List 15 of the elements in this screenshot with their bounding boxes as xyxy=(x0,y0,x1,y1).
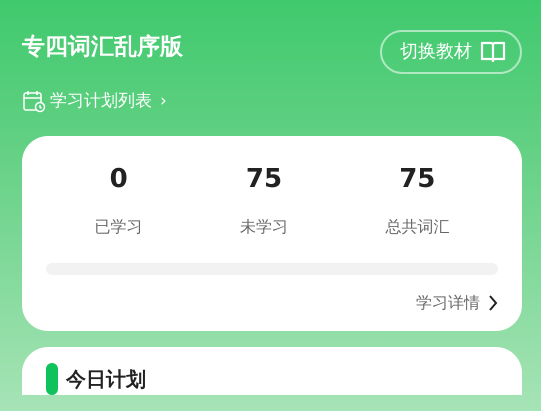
chevron-right-icon xyxy=(488,294,498,312)
accent-bar xyxy=(46,363,58,396)
stat-label: 未学习 xyxy=(238,216,289,238)
stat-value: 0 xyxy=(108,163,129,196)
stat-label: 已学习 xyxy=(94,216,144,238)
stat-value: 75 xyxy=(398,163,436,196)
section-title: 今日计划 xyxy=(66,366,146,394)
stat-value: 75 xyxy=(244,163,284,196)
switch-textbook-button[interactable]: 切换教材 xyxy=(380,30,522,74)
stat-label: 总共词汇 xyxy=(384,216,450,238)
calendar-clock-icon xyxy=(22,89,46,114)
study-details-link[interactable]: 学习详情 xyxy=(416,291,498,316)
book-icon xyxy=(480,40,506,64)
plan-list-link[interactable]: 学习计划列表 › xyxy=(22,88,167,114)
book-title: 专四词汇乱序版 xyxy=(22,33,183,62)
